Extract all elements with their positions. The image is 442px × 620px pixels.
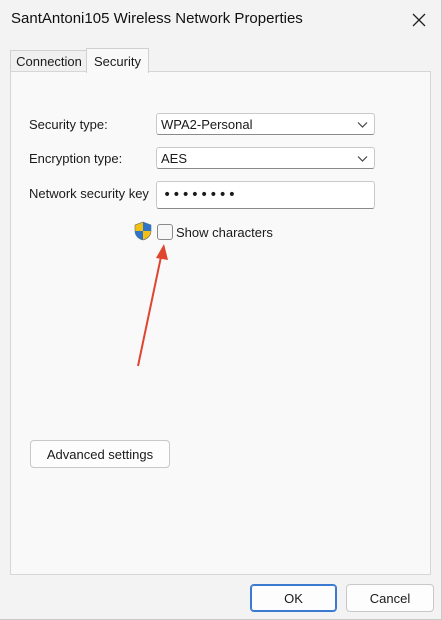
network-security-key-field[interactable]: •••••••• — [156, 181, 375, 209]
window-title: SantAntoni105 Wireless Network Propertie… — [11, 10, 303, 27]
encryption-type-label: Encryption type: — [29, 151, 123, 166]
security-type-dropdown[interactable]: WPA2-Personal — [156, 113, 375, 135]
encryption-type-value: AES — [161, 150, 188, 166]
chevron-down-icon — [357, 156, 368, 162]
uac-shield-icon — [134, 221, 152, 241]
security-type-label: Security type: — [29, 117, 108, 132]
show-characters-label[interactable]: Show characters — [176, 225, 273, 240]
encryption-type-dropdown[interactable]: AES — [156, 147, 375, 169]
tab-security[interactable]: Security — [86, 48, 149, 73]
cancel-button[interactable]: Cancel — [346, 584, 434, 612]
advanced-settings-button[interactable]: Advanced settings — [30, 440, 170, 468]
properties-dialog: SantAntoni105 Wireless Network Propertie… — [0, 0, 442, 620]
ok-button[interactable]: OK — [250, 584, 337, 612]
security-type-value: WPA2-Personal — [161, 116, 253, 132]
show-characters-checkbox[interactable] — [157, 224, 173, 240]
network-security-key-label: Network security key — [29, 186, 149, 201]
annotation-arrow — [137, 244, 168, 367]
close-button[interactable] — [404, 6, 434, 34]
tab-connection[interactable]: Connection — [10, 50, 88, 72]
chevron-down-icon — [357, 122, 368, 128]
close-icon — [412, 13, 426, 27]
